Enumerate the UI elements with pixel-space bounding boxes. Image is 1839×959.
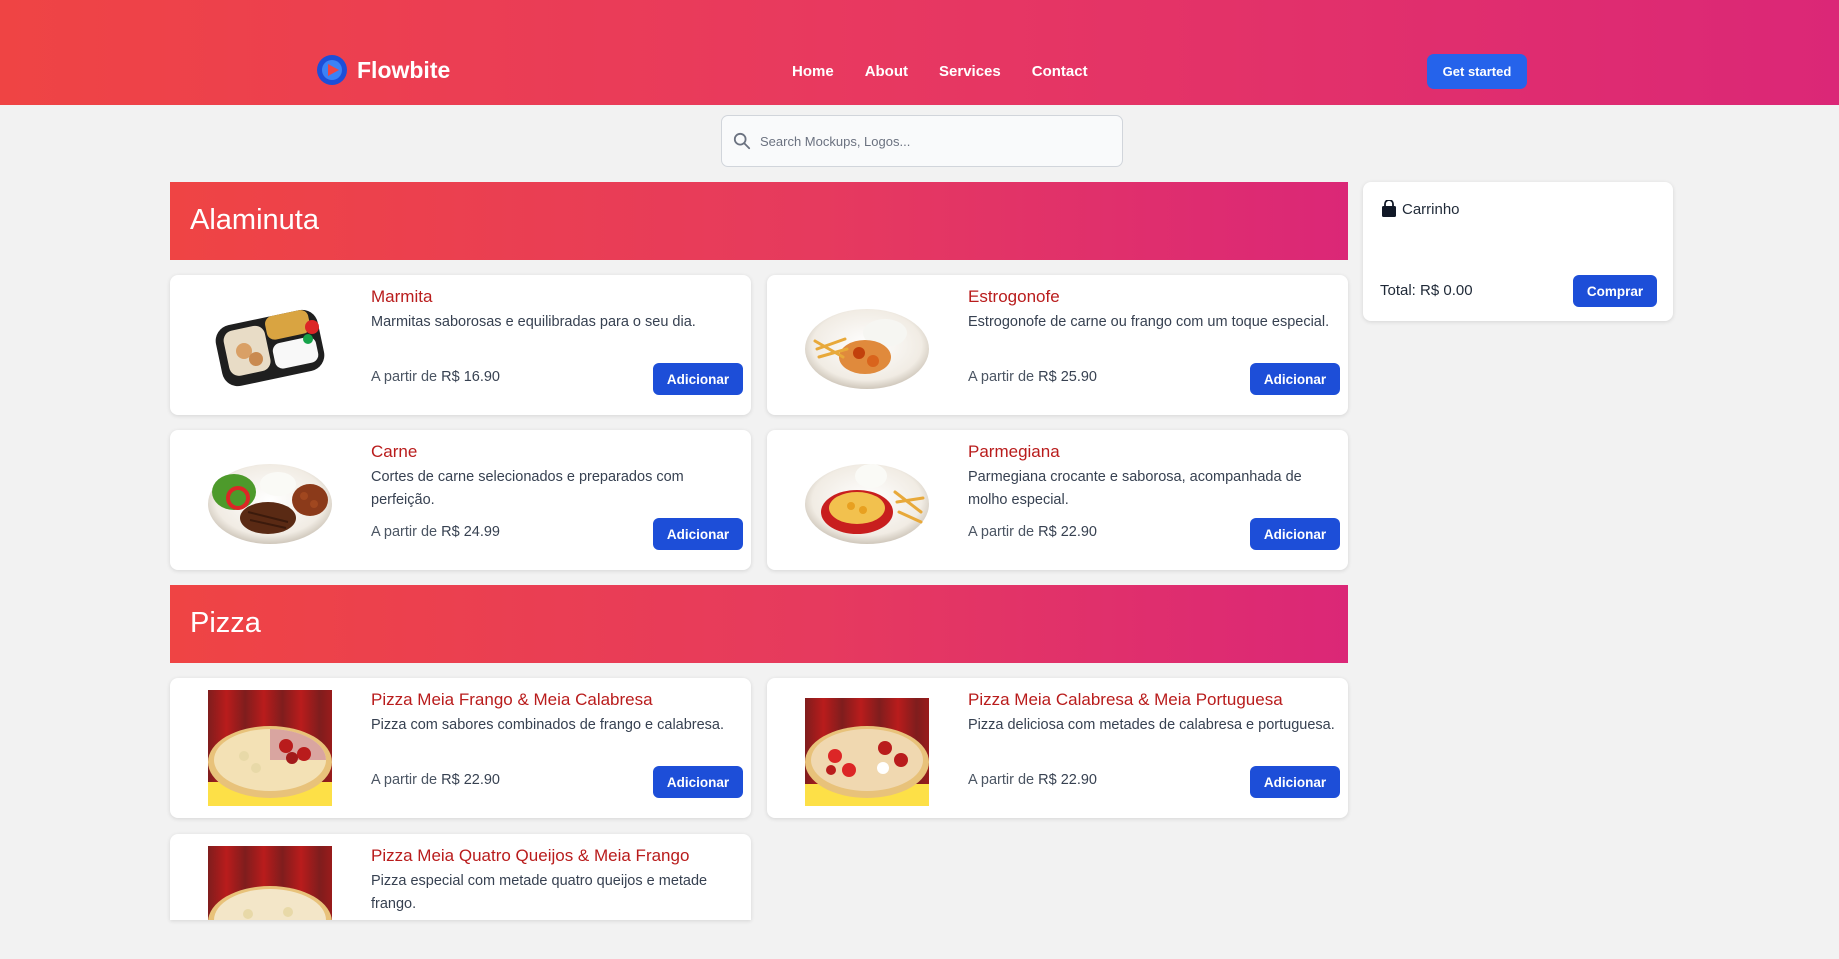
nav-link-home[interactable]: Home [792,63,834,80]
product-description: Pizza especial com metade quatro queijos… [371,873,708,912]
price-value: R$ 16.90 [441,369,500,385]
price-prefix: A partir de [968,369,1035,385]
get-started-button[interactable]: Get started [1427,54,1527,89]
carne-photo [208,464,332,544]
price-prefix: A partir de [371,369,438,385]
nav-link-services[interactable]: Services [939,63,1001,80]
product-price: A partir de R$ 22.90 [968,524,1097,540]
add-button[interactable]: Adicionar [1250,363,1340,395]
add-button[interactable]: Adicionar [653,363,743,395]
product-card-estrogonofe: Estrogonofe Estrogonofe de carne ou fran… [767,275,1348,415]
price-prefix: A partir de [968,524,1035,540]
estrogonofe-photo [805,309,929,389]
flowbite-logo-icon [317,55,347,85]
product-price: A partir de R$ 22.90 [968,772,1097,788]
category-title: Pizza [190,607,261,639]
search-icon [733,132,751,150]
navbar: Flowbite Home About Services Contact Get… [0,0,1839,105]
product-description: Marmitas saborosas e equilibradas para o… [371,314,696,330]
pizza-photo [208,690,332,806]
shopping-bag-icon [1382,200,1396,217]
product-card-carne: Carne Cortes de carne selecionados e pre… [170,430,751,570]
nav-link-about[interactable]: About [865,63,908,80]
pizza-photo [208,846,332,920]
marmita-photo [215,309,325,387]
product-description: Parmegiana crocante e saborosa, acompanh… [968,469,1302,508]
category-title: Alaminuta [190,204,319,236]
cart-header: Carrinho [1381,200,1460,218]
category-header-alaminuta: Alaminuta [170,182,1348,260]
product-card-pizza-calabresa-portuguesa: Pizza Meia Calabresa & Meia Portuguesa P… [767,678,1348,818]
product-price: A partir de R$ 25.90 [968,369,1097,385]
price-prefix: A partir de [371,772,438,788]
search-input[interactable] [760,126,1110,156]
product-card-pizza-frango-calabresa: Pizza Meia Frango & Meia Calabresa Pizza… [170,678,751,818]
cart-total-label: Total: [1380,282,1416,299]
product-price: A partir de R$ 16.90 [371,369,500,385]
product-title: Carne [371,442,418,461]
product-title: Pizza Meia Frango & Meia Calabresa [371,690,653,709]
price-value: R$ 24.99 [441,524,500,540]
price-value: R$ 22.90 [441,772,500,788]
product-card-pizza-quatro-queijos-frango: Pizza Meia Quatro Queijos & Meia Frango … [170,834,751,920]
price-value: R$ 25.90 [1038,369,1097,385]
product-title: Marmita [371,287,433,306]
brand[interactable]: Flowbite [317,55,450,85]
cart-panel: Carrinho Total: R$ 0.00 Comprar [1363,182,1673,321]
product-card-marmita: Marmita Marmitas saborosas e equilibrada… [170,275,751,415]
add-button[interactable]: Adicionar [1250,766,1340,798]
buy-button[interactable]: Comprar [1573,275,1657,307]
add-button[interactable]: Adicionar [653,518,743,550]
product-description: Pizza com sabores combinados de frango e… [371,717,725,733]
product-description: Estrogonofe de carne ou frango com um to… [968,314,1330,330]
product-price: A partir de R$ 24.99 [371,524,500,540]
search-box [721,115,1123,167]
price-prefix: A partir de [968,772,1035,788]
cart-title: Carrinho [1402,200,1460,218]
nav-link-contact[interactable]: Contact [1032,63,1088,80]
cart-total-value: R$ 0.00 [1420,282,1473,299]
brand-name: Flowbite [357,56,451,83]
product-card-parmegiana: Parmegiana Parmegiana crocante e saboros… [767,430,1348,570]
price-value: R$ 22.90 [1038,524,1097,540]
add-button[interactable]: Adicionar [653,766,743,798]
parmegiana-photo [805,464,929,544]
product-price: A partir de R$ 22.90 [371,772,500,788]
nav-links: Home About Services Contact [792,63,1119,80]
product-title: Estrogonofe [968,287,1060,306]
product-description: Cortes de carne selecionados e preparado… [371,469,684,508]
add-button[interactable]: Adicionar [1250,518,1340,550]
product-description: Pizza deliciosa com metades de calabresa… [968,717,1335,733]
price-prefix: A partir de [371,524,438,540]
product-title: Pizza Meia Quatro Queijos & Meia Frango [371,846,690,865]
product-title: Pizza Meia Calabresa & Meia Portuguesa [968,690,1283,709]
price-value: R$ 22.90 [1038,772,1097,788]
category-header-pizza: Pizza [170,585,1348,663]
product-title: Parmegiana [968,442,1060,461]
pizza-photo [805,698,929,806]
cart-total: Total: R$ 0.00 [1380,282,1473,299]
